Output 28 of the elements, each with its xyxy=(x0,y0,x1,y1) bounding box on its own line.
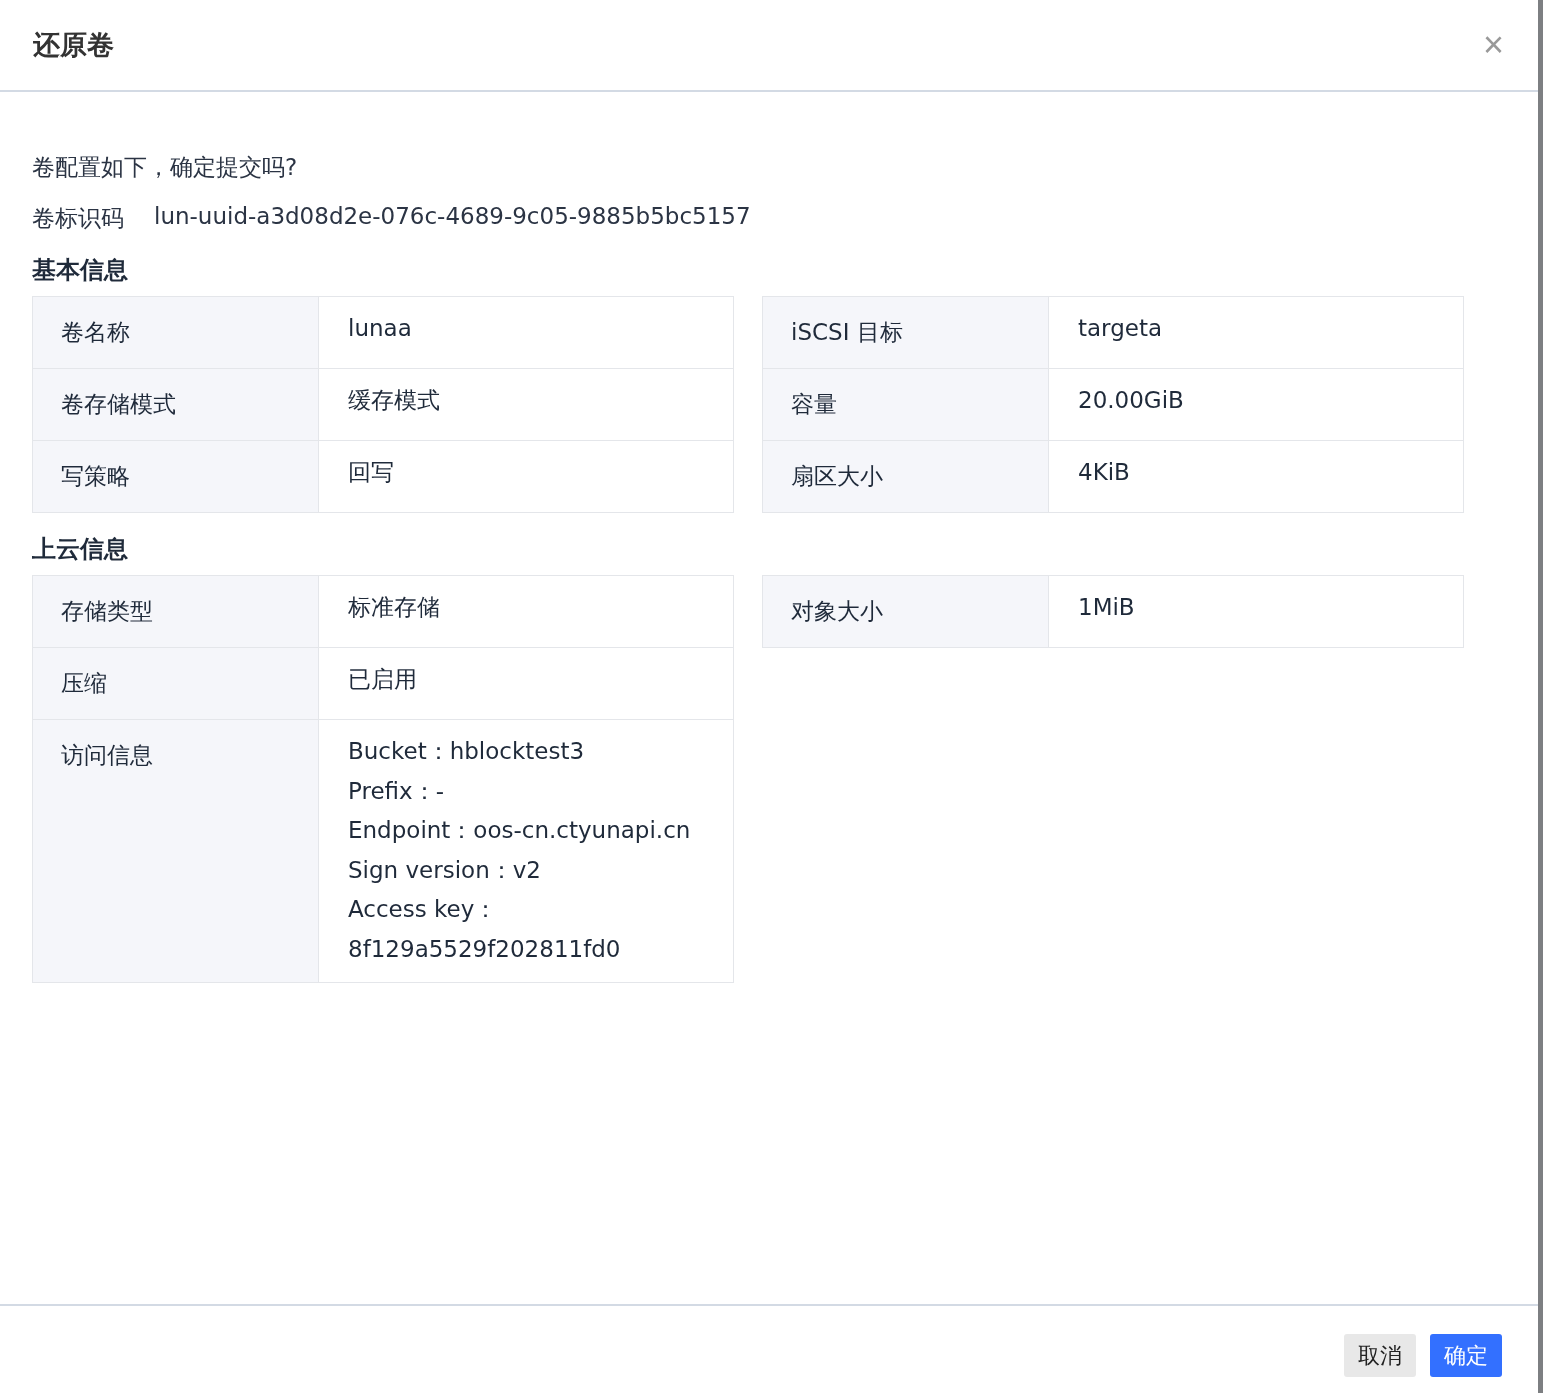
value-cell-text: 标准存储 xyxy=(347,593,441,622)
label-cell: 容量 xyxy=(763,369,1049,440)
value-cell-text: 已启用 xyxy=(347,665,418,694)
label-cell: 扇区大小 xyxy=(763,441,1049,512)
volume-id-value: lun-uuid-a3d08d2e-076c-4689-9c05-9885b5bc5157 xyxy=(154,203,751,231)
label-cell: 卷存储模式 xyxy=(33,369,319,440)
confirm-button[interactable]: 确定 xyxy=(1430,1334,1502,1377)
value-cell-text: Bucket：hblocktest3 Prefix：- Endpoint：oos-cn.ctyunapi.cn Sign version：v2 Access key：8f129a5529f202811fd0 xyxy=(347,737,692,964)
cancel-button[interactable]: 取消 xyxy=(1344,1334,1416,1377)
label-cell: 卷名称 xyxy=(33,297,319,368)
value-cell-text: 回写 xyxy=(347,458,395,487)
value-cell-text: lunaa xyxy=(347,314,413,343)
section-title: 上云信息 xyxy=(32,534,129,565)
value-cell-text: 1MiB xyxy=(1077,593,1136,622)
label-cell: 写策略 xyxy=(33,441,319,512)
section-title: 基本信息 xyxy=(32,255,129,286)
label-cell: 访问信息 xyxy=(33,720,319,982)
value-cell-text: 20.00GiB xyxy=(1077,386,1185,415)
label-cell: iSCSI 目标 xyxy=(763,297,1049,368)
label-cell: 存储类型 xyxy=(33,576,319,647)
value-cell-text: targeta xyxy=(1077,314,1164,343)
dialog-title: 还原卷 xyxy=(33,28,114,62)
value-cell-text: 4KiB xyxy=(1077,458,1131,487)
label-cell: 压缩 xyxy=(33,648,319,719)
confirm-prompt: 卷配置如下，确定提交吗? xyxy=(32,153,299,182)
value-cell-text: 缓存模式 xyxy=(347,386,441,415)
volume-id-label: 卷标识码 xyxy=(32,204,124,233)
label-cell: 对象大小 xyxy=(763,576,1049,647)
